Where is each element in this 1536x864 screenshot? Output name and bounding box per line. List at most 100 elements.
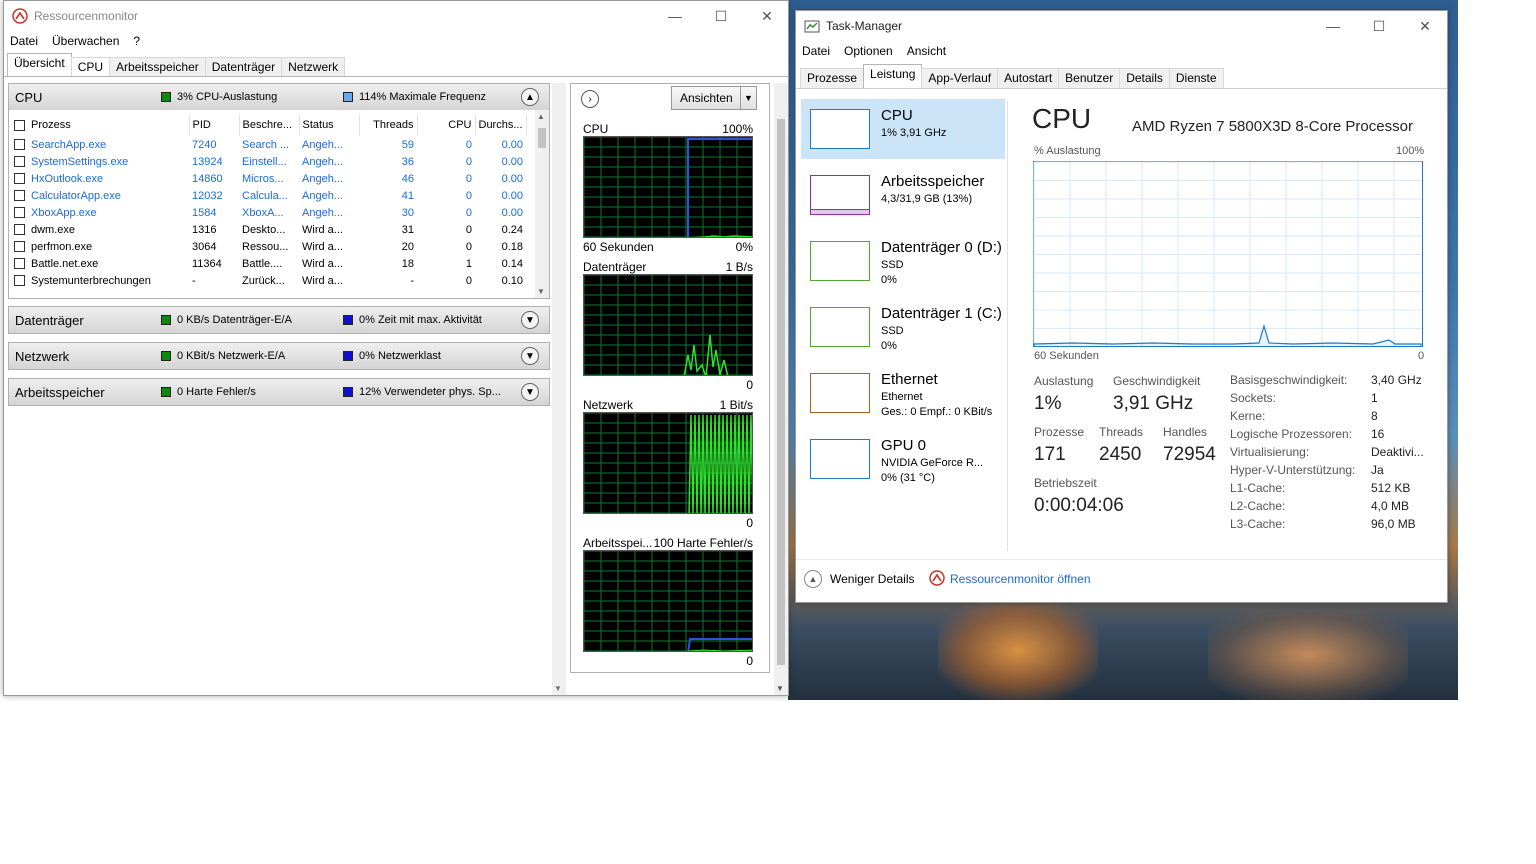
resource-graph <box>583 274 753 376</box>
process-checkbox[interactable] <box>14 224 25 236</box>
disk-section-header[interactable]: Datenträger 0 KB/s Datenträger-E/A 0% Ze… <box>9 307 549 333</box>
table-row[interactable]: SystemSettings.exe 13924 Einstell... Angeh.… <box>11 153 526 170</box>
expand-button[interactable]: ▼ <box>521 383 539 401</box>
process-checkbox[interactable] <box>14 275 25 287</box>
tab-memory[interactable]: Arbeitsspeicher <box>109 57 206 77</box>
expand-button[interactable]: ▼ <box>521 347 539 365</box>
cpu-section-header[interactable]: CPU 3% CPU-Auslastung 114% Maximale Freq… <box>9 84 549 110</box>
left-pane-scrollbar[interactable]: ▼ <box>552 83 566 695</box>
process-average-cpu: 0.00 <box>501 138 524 151</box>
tab-startup[interactable]: Autostart <box>997 68 1060 88</box>
chevron-down-icon[interactable]: ▼ <box>740 87 756 109</box>
chevron-up-icon[interactable]: ▲ <box>804 570 822 588</box>
process-checkbox[interactable] <box>14 190 25 202</box>
graph-max-label: 100% <box>722 122 753 136</box>
table-row[interactable]: XboxApp.exe 1584 XboxA... Angeh... 30 0 0.00 <box>11 204 526 221</box>
tab-app-history[interactable]: App-Verlauf <box>921 68 999 88</box>
menu-datei[interactable]: Datei <box>802 44 830 58</box>
memory-section-header[interactable]: Arbeitsspeicher 0 Harte Fehler/s 12% Ver… <box>9 379 549 405</box>
resource-monitor-icon <box>12 8 28 24</box>
views-dropdown[interactable]: Ansichten ▼ <box>671 86 757 110</box>
tab-users[interactable]: Benutzer <box>1058 68 1121 88</box>
process-checkbox[interactable] <box>14 156 25 168</box>
sidebar-item-title: Datenträger 1 (C:) <box>881 305 1002 322</box>
sidebar-item-title: CPU <box>881 107 913 124</box>
process-checkbox[interactable] <box>14 258 25 270</box>
table-row[interactable]: dwm.exe 1316 Deskto... Wird a... 31 0 0.24 <box>11 221 526 238</box>
tab-disk[interactable]: Datenträger <box>204 57 283 77</box>
graph-pane-scrollbar[interactable]: ▼ <box>774 83 788 695</box>
column-header[interactable]: Prozess <box>11 114 190 136</box>
process-name: Systemunterbrechungen <box>11 272 189 289</box>
sidebar-item[interactable]: Datenträger 1 (C:) SSD 0% <box>801 297 1005 357</box>
tab-cpu[interactable]: CPU <box>70 57 111 77</box>
column-header[interactable]: Durchs... <box>475 114 527 136</box>
table-row[interactable]: HxOutlook.exe 14860 Micros... Angeh... 46 0 0.… <box>11 170 526 187</box>
tab-network[interactable]: Netzwerk <box>281 57 346 77</box>
table-row[interactable]: Systemunterbrechungen - Zurück... Wird a...… <box>11 272 526 289</box>
minimize-button[interactable]: — <box>1310 11 1356 41</box>
process-name: HxOutlook.exe <box>11 170 189 187</box>
process-checkbox[interactable] <box>14 241 25 253</box>
tab-details[interactable]: Details <box>1119 68 1170 88</box>
scroll-down-arrow[interactable]: ▼ <box>554 684 562 693</box>
close-button[interactable]: ✕ <box>1402 11 1447 41</box>
scroll-up-arrow[interactable]: ▲ <box>537 112 545 121</box>
process-cpu: 0 <box>465 240 472 253</box>
table-row[interactable]: perfmon.exe 3064 Ressou... Wird a... 20 0 0.18 <box>11 238 526 255</box>
tab-services[interactable]: Dienste <box>1168 68 1224 88</box>
collapse-button[interactable]: ▲ <box>521 88 539 106</box>
process-checkbox[interactable] <box>14 173 25 185</box>
threads-value: 2450 <box>1099 444 1142 465</box>
spec-value: 96,0 MB <box>1371 517 1416 531</box>
minimize-button[interactable]: — <box>652 1 698 31</box>
tab-performance[interactable]: Leistung <box>863 64 923 88</box>
cpu-model-name: AMD Ryzen 7 5800X3D 8-Core Processor <box>1132 118 1413 135</box>
process-average-cpu: 0.00 <box>501 155 524 168</box>
select-all-checkbox[interactable] <box>14 119 25 131</box>
scroll-down-arrow[interactable]: ▼ <box>537 287 545 296</box>
network-section: Netzwerk 0 KBit/s Netzwerk-E/A 0% Netzwe… <box>8 342 550 370</box>
tab-overview[interactable]: Übersicht <box>7 53 72 77</box>
table-row[interactable]: Battle.net.exe 11364 Battle.... Wird a... 18… <box>11 255 526 272</box>
scroll-down-arrow[interactable]: ▼ <box>776 684 784 693</box>
menu-ansicht[interactable]: Ansicht <box>907 44 946 58</box>
column-header[interactable]: Threads <box>359 114 418 136</box>
table-row[interactable]: CalculatorApp.exe 12032 Calcula... Angeh...… <box>11 187 526 204</box>
process-threads: 20 <box>401 240 414 253</box>
column-header[interactable]: Status <box>299 114 360 136</box>
scroll-thumb[interactable] <box>538 128 546 148</box>
close-button[interactable]: ✕ <box>744 1 788 31</box>
process-scrollbar[interactable]: ▲ ▼ <box>535 110 549 298</box>
menu-optionen[interactable]: Optionen <box>844 44 893 58</box>
maximize-button[interactable]: ☐ <box>1356 11 1402 41</box>
sidebar-item[interactable]: Datenträger 0 (D:) SSD 0% <box>801 231 1005 291</box>
disk-io-indicator: 0 KB/s Datenträger-E/A <box>177 314 292 326</box>
column-header[interactable]: Beschre... <box>239 114 300 136</box>
sidebar-item[interactable]: Arbeitsspeicher 4,3/31,9 GB (13%) <box>801 165 1005 225</box>
expand-button[interactable]: ▼ <box>521 311 539 329</box>
menu-datei[interactable]: Datei <box>10 34 38 48</box>
spec-label: L3-Cache: <box>1230 517 1286 531</box>
sidebar-item[interactable]: Ethernet Ethernet Ges.: 0 Empf.: 0 KBit/s <box>801 363 1005 423</box>
open-resource-monitor-link[interactable]: Ressourcenmonitor öffnen <box>950 572 1091 586</box>
fewer-details-link[interactable]: Weniger Details <box>830 572 914 586</box>
process-description: Ressou... <box>242 240 289 253</box>
process-checkbox[interactable] <box>14 139 25 151</box>
scroll-thumb[interactable] <box>777 119 785 665</box>
menu-help[interactable]: ? <box>133 34 140 48</box>
collapse-graph-pane-button[interactable]: › <box>581 90 599 108</box>
column-header[interactable]: PID <box>189 114 240 136</box>
process-checkbox[interactable] <box>14 207 25 219</box>
network-section-header[interactable]: Netzwerk 0 KBit/s Netzwerk-E/A 0% Netzwe… <box>9 343 549 369</box>
process-average-cpu: 0.18 <box>501 240 524 253</box>
column-header[interactable]: CPU <box>417 114 476 136</box>
maximize-button[interactable]: ☐ <box>698 1 744 31</box>
tab-processes[interactable]: Prozesse <box>800 68 865 88</box>
window-title: Task-Manager <box>826 19 903 33</box>
menu-ueberwachen[interactable]: Überwachen <box>52 34 119 48</box>
handles-label: Handles <box>1163 425 1208 439</box>
table-row[interactable]: SearchApp.exe 7240 Search ... Angeh... 59 0 0.… <box>11 136 526 153</box>
sidebar-item[interactable]: GPU 0 NVIDIA GeForce R... 0% (31 °C) <box>801 429 1005 489</box>
sidebar-item[interactable]: CPU 1% 3,91 GHz <box>801 99 1005 159</box>
